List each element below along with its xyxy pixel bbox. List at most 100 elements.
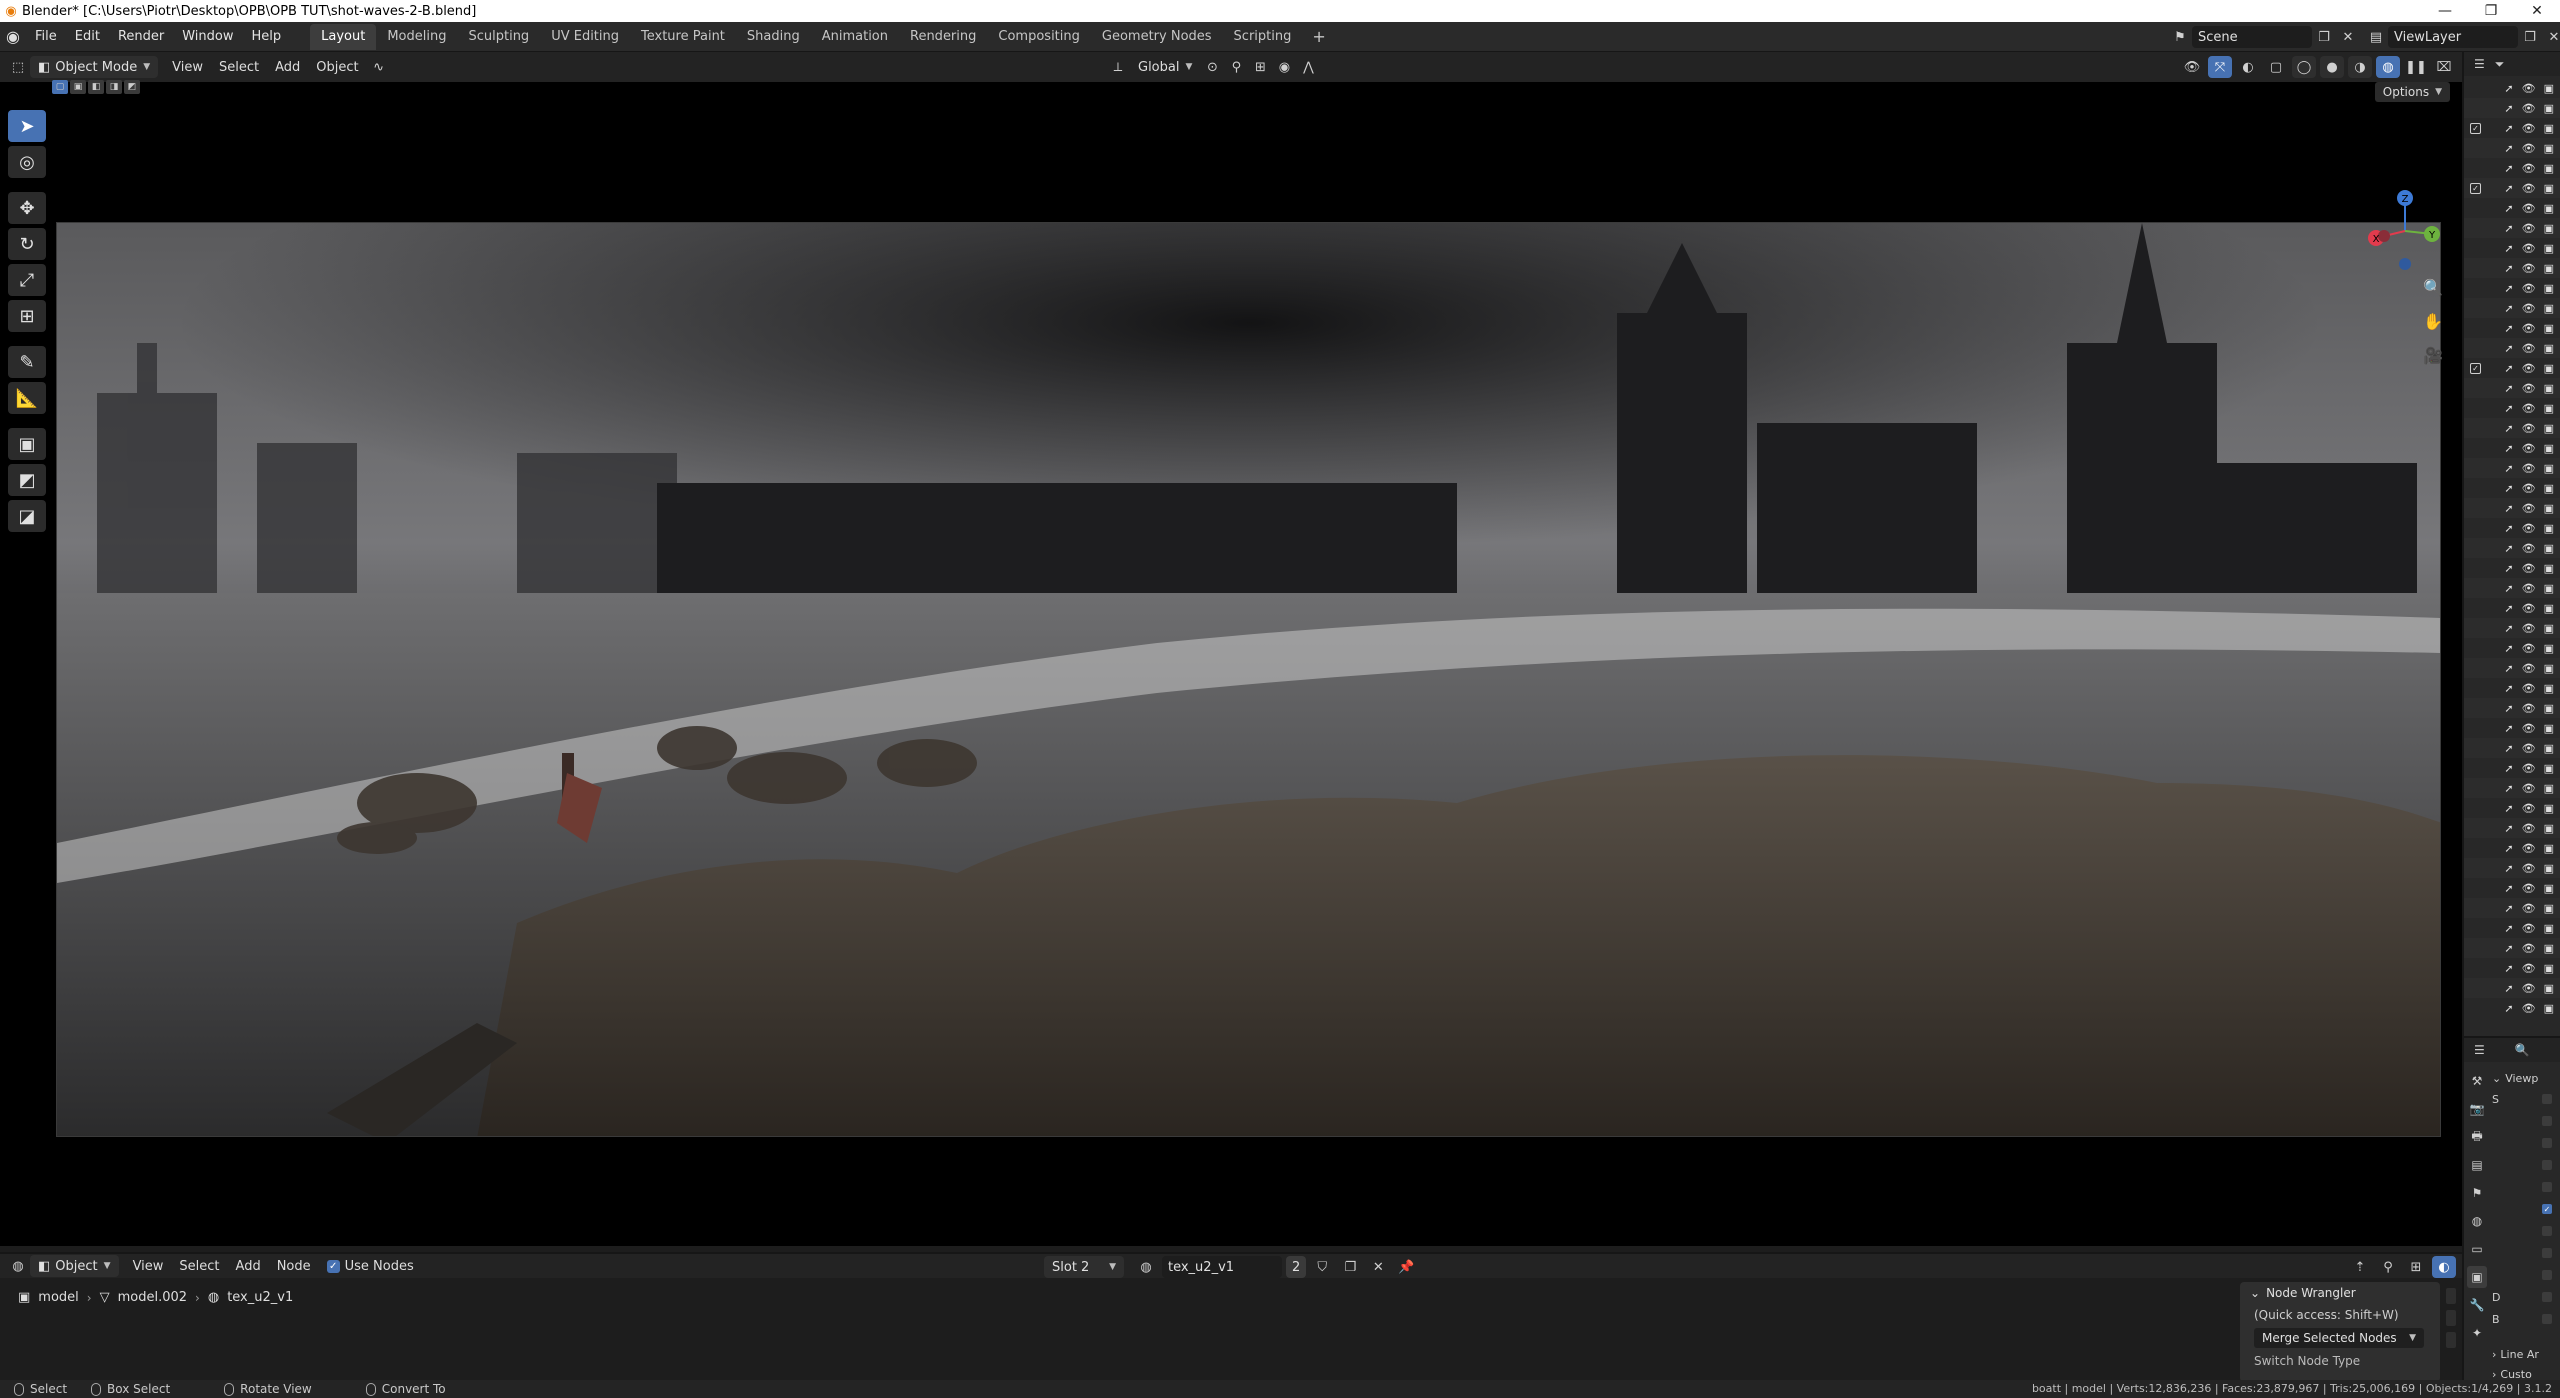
outliner-row[interactable]: ➚ 👁 ▣ (2464, 878, 2560, 898)
render-tab-icon[interactable]: 📷 (2467, 1098, 2487, 1120)
eye-icon[interactable]: 👁 (2522, 242, 2536, 255)
filter-icon[interactable]: ⏷ (2495, 57, 2505, 72)
tab-compositing[interactable]: Compositing (987, 24, 1091, 50)
tab-layout[interactable]: Layout (310, 23, 377, 50)
select-extend-icon[interactable]: ▣ (70, 80, 86, 94)
outliner-row[interactable]: ➚ 👁 ▣ (2464, 318, 2560, 338)
select-arrow-icon[interactable]: ➚ (2504, 702, 2513, 715)
transform-tool[interactable]: ⊞ (8, 300, 46, 332)
outliner-row[interactable]: ➚ 👁 ▣ (2464, 498, 2560, 518)
outliner-row[interactable]: ➚ 👁 ▣ (2464, 678, 2560, 698)
eye-icon[interactable]: 👁 (2522, 942, 2536, 955)
line-art-section[interactable]: › Line Ar (2492, 1344, 2560, 1364)
eye-icon[interactable]: 👁 (2522, 162, 2536, 175)
eye-icon[interactable]: 👁 (2522, 902, 2536, 915)
close-button[interactable]: ✕ (2514, 0, 2560, 22)
breadcrumb-object[interactable]: model (38, 1290, 78, 1305)
eye-icon[interactable]: 👁 (2522, 982, 2536, 995)
eye-icon[interactable]: 👁 (2522, 342, 2536, 355)
eye-icon[interactable]: 👁 (2522, 462, 2536, 475)
collection-tab-icon[interactable]: ▭ (2467, 1238, 2487, 1260)
eye-icon[interactable]: 👁 (2522, 702, 2536, 715)
navigation-gizmo[interactable]: Z X Y (2360, 186, 2450, 276)
camera-render-icon[interactable]: ▣ (2544, 402, 2554, 415)
collection-checkbox[interactable]: ✓ (2470, 362, 2481, 374)
outliner-row[interactable]: ➚ 👁 ▣ (2464, 978, 2560, 998)
eye-icon[interactable]: 👁 (2522, 122, 2536, 135)
gizmo-z-label[interactable]: Z (2402, 194, 2409, 205)
select-arrow-icon[interactable]: ➚ (2504, 122, 2513, 135)
property-checkbox[interactable]: ✓ (2542, 1204, 2552, 1214)
outliner-row[interactable]: ➚ 👁 ▣ (2464, 838, 2560, 858)
scene-tab-icon[interactable]: ⚑ (2467, 1182, 2487, 1204)
camera-render-icon[interactable]: ▣ (2544, 342, 2554, 355)
select-arrow-icon[interactable]: ➚ (2504, 422, 2513, 435)
menu-edit[interactable]: Edit (66, 29, 109, 44)
view-layer-icon[interactable]: ▤ (2364, 26, 2388, 48)
pivot-point-icon[interactable]: ⊙ (1200, 56, 1224, 78)
eye-icon[interactable]: 👁 (2522, 382, 2536, 395)
sidebar-tab[interactable] (2446, 1332, 2456, 1348)
outliner-row[interactable]: ✓ ➚ 👁 ▣ (2464, 358, 2560, 378)
outliner-row[interactable]: ➚ 👁 ▣ (2464, 78, 2560, 98)
eye-icon[interactable]: 👁 (2522, 482, 2536, 495)
select-arrow-icon[interactable]: ➚ (2504, 782, 2513, 795)
outliner-row[interactable]: ➚ 👁 ▣ (2464, 198, 2560, 218)
property-row[interactable]: D (2492, 1286, 2560, 1308)
camera-render-icon[interactable]: ▣ (2544, 802, 2554, 815)
outliner-row[interactable]: ➚ 👁 ▣ (2464, 378, 2560, 398)
eye-icon[interactable]: 👁 (2522, 102, 2536, 115)
property-checkbox[interactable] (2542, 1248, 2552, 1258)
properties-editor-icon[interactable]: ☰ (2474, 1043, 2485, 1057)
select-arrow-icon[interactable]: ➚ (2504, 162, 2513, 175)
gizmo-x-label[interactable]: X (2373, 234, 2380, 245)
property-checkbox[interactable] (2542, 1182, 2552, 1192)
eye-icon[interactable]: 👁 (2522, 142, 2536, 155)
outliner-row[interactable]: ➚ 👁 ▣ (2464, 698, 2560, 718)
camera-render-icon[interactable]: ▣ (2544, 1002, 2554, 1015)
select-arrow-icon[interactable]: ➚ (2504, 842, 2513, 855)
select-arrow-icon[interactable]: ➚ (2504, 902, 2513, 915)
select-arrow-icon[interactable]: ➚ (2504, 262, 2513, 275)
property-checkbox[interactable] (2542, 1116, 2552, 1126)
camera-render-icon[interactable]: ▣ (2544, 142, 2554, 155)
property-row[interactable] (2492, 1176, 2560, 1198)
falloff-icon[interactable]: ⋀ (1296, 56, 1320, 78)
outliner-row[interactable]: ➚ 👁 ▣ (2464, 458, 2560, 478)
outliner-editor-icon[interactable]: ☰ (2474, 57, 2485, 71)
rendered-shading-icon[interactable]: ◍ (2376, 56, 2400, 78)
annotate-tool[interactable]: ✎ (8, 346, 46, 378)
breadcrumb-material[interactable]: tex_u2_v1 (227, 1290, 293, 1305)
camera-view-icon[interactable]: ⌧ (2432, 56, 2456, 78)
eye-icon[interactable]: 👁 (2522, 802, 2536, 815)
outliner-row[interactable]: ➚ 👁 ▣ (2464, 598, 2560, 618)
xray-icon[interactable]: ▢ (2264, 56, 2288, 78)
select-arrow-icon[interactable]: ➚ (2504, 882, 2513, 895)
camera-render-icon[interactable]: ▣ (2544, 502, 2554, 515)
select-arrow-icon[interactable]: ➚ (2504, 322, 2513, 335)
outliner-row[interactable]: ➚ 👁 ▣ (2464, 718, 2560, 738)
eye-icon[interactable]: 👁 (2522, 562, 2536, 575)
property-checkbox[interactable] (2542, 1292, 2552, 1302)
outliner-row[interactable]: ➚ 👁 ▣ (2464, 478, 2560, 498)
eye-icon[interactable]: 👁 (2522, 642, 2536, 655)
select-arrow-icon[interactable]: ➚ (2504, 742, 2513, 755)
measure-tool[interactable]: 📐 (8, 382, 46, 414)
merge-selected-nodes-dropdown[interactable]: Merge Selected Nodes ▼ (2254, 1328, 2424, 1348)
snap-icon[interactable]: ⚲ (1224, 56, 1248, 78)
select-arrow-icon[interactable]: ➚ (2504, 482, 2513, 495)
select-arrow-icon[interactable]: ➚ (2504, 342, 2513, 355)
visibility-icon[interactable]: 👁 (2180, 56, 2204, 78)
solid-shading-icon[interactable]: ● (2320, 56, 2344, 78)
select-subtract-icon[interactable]: ◧ (88, 80, 104, 94)
outliner-row[interactable]: ➚ 👁 ▣ (2464, 298, 2560, 318)
camera-render-icon[interactable]: ▣ (2544, 282, 2554, 295)
eye-icon[interactable]: 👁 (2522, 882, 2536, 895)
snap-target-node-icon[interactable]: ⊞ (2404, 1256, 2428, 1278)
camera-render-icon[interactable]: ▣ (2544, 942, 2554, 955)
curve-icon[interactable]: ∿ (367, 56, 391, 78)
eye-icon[interactable]: 👁 (2522, 282, 2536, 295)
remove-view-layer-icon[interactable]: ✕ (2542, 26, 2560, 48)
material-shading-icon[interactable]: ◑ (2348, 56, 2372, 78)
modifier-tab-icon[interactable]: 🔧 (2467, 1294, 2487, 1316)
